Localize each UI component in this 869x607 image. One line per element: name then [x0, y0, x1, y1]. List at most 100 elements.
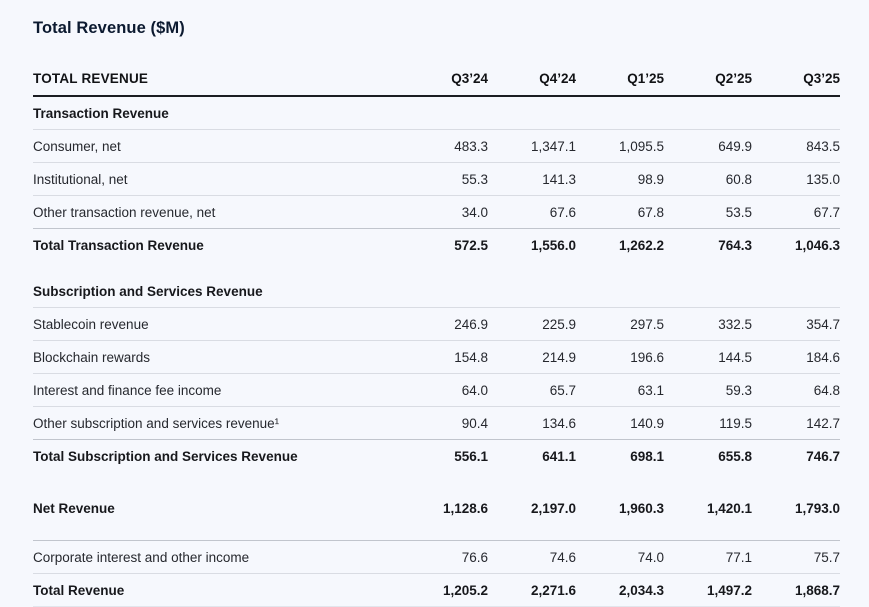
cell-value: 1,262.2: [618, 237, 664, 253]
table-row: Stablecoin revenue 246.9 225.9 297.5 332.5 35…: [33, 308, 840, 341]
cell-value: 746.7: [806, 448, 840, 464]
cell-value: 74.0: [637, 549, 664, 565]
cell-value: 119.5: [719, 415, 752, 431]
cell-value: 34.0: [461, 204, 488, 220]
cell-value: 1,046.3: [794, 237, 840, 253]
cell-value: 1,095.5: [618, 138, 664, 154]
cell-value: 140.9: [630, 415, 664, 431]
row-label: Interest and finance fee income: [33, 382, 222, 398]
cell-value: 135.0: [806, 171, 840, 187]
cell-value: 297.5: [630, 316, 664, 332]
revenue-table-page: Total Revenue ($M) TOTAL REVENUE Q3’24 Q4…: [0, 0, 869, 607]
row-label: Transaction Revenue: [33, 105, 169, 121]
cell-value: 2,034.3: [618, 582, 664, 598]
cell-value: 1,497.2: [706, 582, 752, 598]
table-row: Blockchain rewards 154.8 214.9 196.6 144.5 18…: [33, 341, 840, 374]
cell-value: 1,128.6: [442, 500, 488, 516]
cell-value: 55.3: [461, 171, 488, 187]
cell-value: 141.3: [542, 171, 576, 187]
cell-value: 59.3: [725, 382, 752, 398]
cell-value: 144.5: [718, 349, 752, 365]
cell-value: 1,347.1: [530, 138, 576, 154]
cell-value: 572.5: [454, 237, 488, 253]
cell-value: 142.7: [806, 415, 840, 431]
cell-value: 1,868.7: [794, 582, 840, 598]
row-label: Blockchain rewards: [33, 349, 151, 365]
column-header: Q3’25: [803, 71, 840, 86]
cell-value: 74.6: [549, 549, 576, 565]
column-header: Q2’25: [715, 71, 752, 86]
table-row: Net Revenue 1,128.6 2,197.0 1,960.3 1,420.1 1…: [33, 492, 840, 524]
cell-value: 77.1: [725, 549, 752, 565]
row-label: Institutional, net: [33, 171, 128, 187]
cell-value: 556.1: [454, 448, 488, 464]
table-row: Total Transaction Revenue 572.5 1,556.0 1,2…: [33, 229, 840, 261]
cell-value: 65.7: [549, 382, 576, 398]
row-label: Other transaction revenue, net: [33, 204, 216, 220]
cell-value: 332.5: [718, 316, 752, 332]
row-label: Total Revenue: [33, 582, 125, 598]
cell-value: 354.7: [806, 316, 840, 332]
row-label: Other subscription and services revenue¹: [33, 415, 280, 431]
cell-value: 246.9: [454, 316, 488, 332]
cell-value: 60.8: [725, 171, 752, 187]
column-header: Q1’25: [627, 71, 664, 86]
row-label: Corporate interest and other income: [33, 549, 250, 565]
row-label: Consumer, net: [33, 138, 121, 154]
row-label: Net Revenue: [33, 500, 115, 516]
cell-value: 214.9: [542, 349, 576, 365]
cell-value: 225.9: [542, 316, 576, 332]
row-label: Stablecoin revenue: [33, 316, 149, 332]
table-row: Other subscription and services revenue¹…: [33, 407, 840, 440]
table-row: Transaction Revenue: [33, 97, 840, 130]
table-header-label: TOTAL REVENUE: [33, 71, 149, 86]
cell-value: 1,556.0: [530, 237, 576, 253]
table-row: Total Subscription and Services Revenue 5…: [33, 440, 840, 472]
row-label: Subscription and Services Revenue: [33, 283, 263, 299]
cell-value: 2,271.6: [530, 582, 576, 598]
cell-value: 1,205.2: [442, 582, 488, 598]
table-row: Corporate interest and other income 76.6 7…: [33, 541, 840, 574]
cell-value: 67.6: [549, 204, 576, 220]
column-header: Q4’24: [539, 71, 576, 86]
section-spacer: [33, 524, 840, 541]
cell-value: 63.1: [637, 382, 664, 398]
cell-value: 1,420.1: [706, 500, 752, 516]
row-label: Total Transaction Revenue: [33, 237, 204, 253]
cell-value: 649.9: [718, 138, 752, 154]
table-body: Transaction Revenue Consumer, net 483.3 1,3…: [33, 97, 840, 607]
cell-value: 1,793.0: [794, 500, 840, 516]
cell-value: 2,197.0: [530, 500, 576, 516]
table-row: Interest and finance fee income 64.0 65.7 6…: [33, 374, 840, 407]
cell-value: 53.5: [725, 204, 752, 220]
cell-value: 76.6: [461, 549, 488, 565]
cell-value: 90.4: [461, 415, 488, 431]
cell-value: 98.9: [637, 171, 664, 187]
table-row: Subscription and Services Revenue: [33, 275, 840, 308]
revenue-table: TOTAL REVENUE Q3’24 Q4’24 Q1’25 Q2’25 Q3’25 …: [33, 62, 840, 607]
table-row: Total Revenue 1,205.2 2,271.6 2,034.3 1,497.…: [33, 574, 840, 607]
cell-value: 184.6: [806, 349, 840, 365]
cell-value: 67.7: [813, 204, 840, 220]
cell-value: 1,960.3: [618, 500, 664, 516]
cell-value: 64.8: [813, 382, 840, 398]
cell-value: 483.3: [454, 138, 488, 154]
cell-value: 843.5: [806, 138, 840, 154]
cell-value: 698.1: [630, 448, 664, 464]
table-header-row: TOTAL REVENUE Q3’24 Q4’24 Q1’25 Q2’25 Q3’25: [33, 62, 840, 97]
cell-value: 154.8: [454, 349, 488, 365]
page-title: Total Revenue ($M): [33, 19, 185, 37]
cell-value: 655.8: [718, 448, 752, 464]
row-label: Total Subscription and Services Revenue: [33, 448, 298, 464]
column-header: Q3’24: [451, 71, 488, 86]
cell-value: 67.8: [637, 204, 664, 220]
table-row: Other transaction revenue, net 34.0 67.6 67…: [33, 196, 840, 229]
cell-value: 196.6: [630, 349, 664, 365]
table-row: Consumer, net 483.3 1,347.1 1,095.5 649.9 843…: [33, 130, 840, 163]
table-row: Institutional, net 55.3 141.3 98.9 60.8 135.0: [33, 163, 840, 196]
cell-value: 75.7: [813, 549, 840, 565]
cell-value: 64.0: [461, 382, 488, 398]
cell-value: 764.3: [718, 237, 752, 253]
